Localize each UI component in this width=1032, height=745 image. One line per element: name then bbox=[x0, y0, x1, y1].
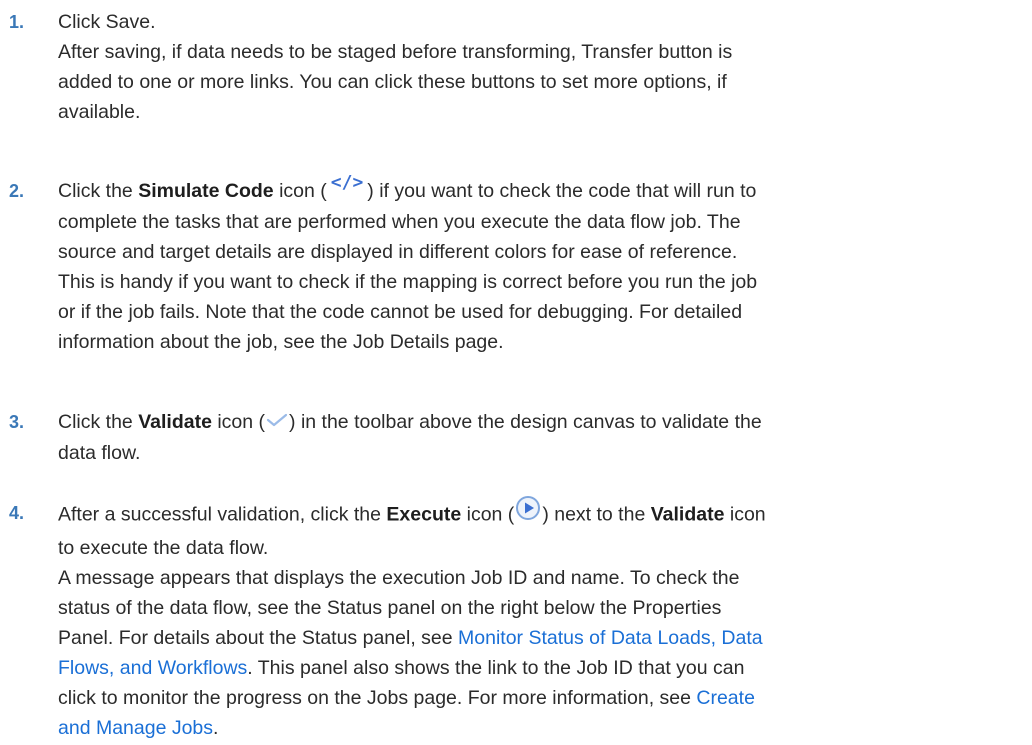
code-icon: </> bbox=[330, 171, 364, 193]
validate-label: Validate bbox=[650, 503, 725, 526]
step-text-line: status of the data flow, see the Status … bbox=[58, 597, 722, 619]
text-run: ) in the toolbar above the design canvas… bbox=[289, 411, 762, 433]
step-text-line: to execute the data flow. bbox=[58, 537, 269, 559]
step-text-line: After saving, if data needs to be staged… bbox=[58, 41, 733, 63]
text-run: Click the bbox=[58, 180, 139, 202]
checkmark-icon bbox=[266, 406, 288, 436]
step-number: 2. bbox=[9, 181, 25, 201]
text-run: . This panel also shows the link to the … bbox=[247, 657, 745, 679]
step-text-line: available. bbox=[58, 101, 141, 123]
step-text-line: After a successful validation, click the… bbox=[58, 495, 998, 533]
step-text-line: information about the job, see the Job D… bbox=[58, 330, 504, 353]
step-body: Click Save. After saving, if data needs … bbox=[58, 7, 998, 127]
step-text-line: added to one or more links. You can clic… bbox=[58, 71, 727, 93]
step-text-line: or if the job fails. Note that the code … bbox=[58, 300, 743, 323]
text-run: icon ( bbox=[211, 411, 266, 433]
step-text-line: Click the Simulate Code icon (</>) if yo… bbox=[58, 172, 998, 207]
step-text-line: click to monitor the progress on the Job… bbox=[58, 683, 998, 713]
step-text-line: Click Save. bbox=[58, 11, 156, 33]
step-text-line: Click the Validate icon ( ) in the toolba… bbox=[58, 407, 998, 438]
step-text-line: and Manage Jobs. bbox=[58, 713, 998, 743]
text-run: ) if you want to check the code that wil… bbox=[367, 180, 757, 202]
step-body: Click the Validate icon ( ) in the toolba… bbox=[58, 407, 998, 468]
step-body: Click the Simulate Code icon (</>) if yo… bbox=[58, 172, 998, 357]
text-run: Panel. For details about the Status pane… bbox=[58, 627, 459, 649]
step-text-line: source and target details are displayed … bbox=[58, 240, 738, 263]
step-text-line: complete the tasks that are performed wh… bbox=[58, 210, 741, 233]
text-run: icon ( bbox=[461, 503, 515, 526]
execute-label: Execute bbox=[386, 503, 462, 526]
text-run: icon bbox=[724, 503, 766, 526]
step-text-line: A message appears that displays the exec… bbox=[58, 567, 740, 589]
text-run: Click the bbox=[58, 411, 139, 433]
play-circle-icon bbox=[515, 495, 541, 530]
step-text-line: Flows, and Workflows. This panel also sh… bbox=[58, 653, 998, 683]
step-number: 4. bbox=[9, 503, 25, 523]
step-text-line: data flow. bbox=[58, 441, 141, 464]
step-number: 1. bbox=[9, 12, 25, 32]
step-number: 3. bbox=[9, 412, 25, 432]
create-manage-jobs-link[interactable]: Create bbox=[696, 687, 755, 709]
monitor-status-link[interactable]: Flows, and Workflows bbox=[58, 657, 247, 679]
simulate-code-label: Simulate Code bbox=[138, 180, 274, 202]
step-text-line: Panel. For details about the Status pane… bbox=[58, 623, 998, 653]
text-run: icon ( bbox=[273, 180, 327, 202]
text-run: . bbox=[213, 717, 219, 739]
step-text-line: This is handy if you want to check if th… bbox=[58, 270, 758, 293]
create-manage-jobs-link[interactable]: and Manage Jobs bbox=[58, 717, 213, 739]
text-run: click to monitor the progress on the Job… bbox=[58, 687, 697, 709]
text-run: ) next to the bbox=[542, 503, 651, 526]
validate-label: Validate bbox=[138, 411, 212, 433]
step-body: After a successful validation, click the… bbox=[58, 495, 998, 743]
text-run: After a successful validation, click the bbox=[58, 503, 387, 526]
monitor-status-link[interactable]: Monitor Status of Data Loads, Data bbox=[458, 627, 763, 649]
